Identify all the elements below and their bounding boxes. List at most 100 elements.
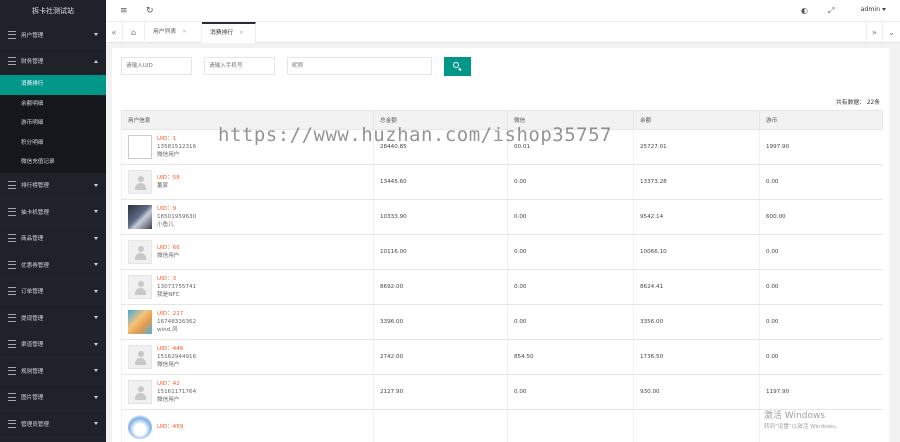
coin-cell: 1997.90 bbox=[759, 129, 883, 165]
coin-cell: 1197.90 bbox=[759, 374, 883, 410]
avatar bbox=[128, 135, 152, 159]
total-value: 22条 bbox=[866, 100, 880, 106]
sidebar-item-label: 财务管理 bbox=[21, 59, 44, 66]
submenu-item[interactable]: 消费排行 bbox=[0, 75, 106, 95]
sidebar-item-9[interactable]: 规则管理 bbox=[0, 358, 106, 385]
sidebar-item-label: 规则管理 bbox=[21, 368, 44, 375]
tab-user-list[interactable]: 用户列表 ✕ bbox=[145, 22, 202, 43]
user-nickname: wind.风 bbox=[157, 327, 178, 333]
user-nickname: 小鱼儿 bbox=[157, 222, 174, 228]
sidebar-item-5[interactable]: 优惠券管理 bbox=[0, 252, 106, 279]
menu-toggle-icon[interactable]: ≡ bbox=[120, 6, 128, 16]
tabs-next-icon[interactable]: » bbox=[866, 22, 883, 43]
user-info-cell: UID：66 微信用户 bbox=[121, 234, 374, 270]
close-icon[interactable]: ✕ bbox=[239, 30, 243, 36]
tab-consumption-ranking[interactable]: 消费排行 ✕ bbox=[202, 22, 256, 43]
submenu-item[interactable]: 微信充值记录 bbox=[0, 153, 106, 173]
sidebar-item-label: 用户管理 bbox=[21, 32, 44, 39]
list-icon bbox=[8, 181, 16, 190]
sidebar-item-label: 订单管理 bbox=[21, 289, 44, 296]
tabs-more-icon[interactable]: ⌄ bbox=[883, 22, 900, 43]
sidebar-item-label: 图片管理 bbox=[21, 395, 44, 402]
coin-cell: 0.00 bbox=[759, 164, 883, 200]
user-uid: UID：3 bbox=[157, 276, 177, 282]
balance-cell: 10066.10 bbox=[633, 234, 760, 270]
user-info-cell: UID：58 董家 bbox=[121, 164, 374, 200]
user-info-cell: UID：42 15161171764 微信用户 bbox=[121, 374, 374, 410]
user-nickname: 微信用户 bbox=[157, 253, 180, 259]
ranking-table: 用户信息 总金额 微信 余额 游币 UID：1 13581512316 微信用户 28… bbox=[121, 110, 883, 442]
nickname-input[interactable] bbox=[287, 57, 432, 75]
wechat-cell: 0.00 bbox=[507, 304, 634, 340]
close-icon[interactable]: ✕ bbox=[182, 29, 186, 35]
watermark-url: https://www.huzhan.com/ishop35757 bbox=[218, 124, 612, 146]
uid-input[interactable] bbox=[121, 57, 192, 75]
user-info-cell: UID：217 16748326362 wind.风 bbox=[121, 304, 374, 340]
user-phone: 13581512316 bbox=[157, 144, 197, 150]
total-cell: 2742.00 bbox=[373, 339, 508, 375]
refresh-icon[interactable]: ↻ bbox=[146, 6, 154, 16]
search-button[interactable] bbox=[444, 57, 471, 76]
user-nickname: 董家 bbox=[157, 183, 169, 189]
user-info-cell: UID：459 bbox=[121, 409, 374, 442]
user-uid: UID：217 bbox=[157, 311, 184, 317]
list-icon bbox=[8, 207, 16, 216]
table-row: UID：42 15161171764 微信用户 2127.90 0.00 930.00 11… bbox=[121, 374, 883, 410]
sidebar-item-7[interactable]: 提现管理 bbox=[0, 305, 106, 332]
sidebar-item-label: 排行榜管理 bbox=[21, 183, 49, 190]
sidebar-item-6[interactable]: 订单管理 bbox=[0, 279, 106, 305]
balance-cell: 930.00 bbox=[633, 374, 760, 410]
avatar bbox=[128, 275, 152, 299]
coin-cell: 600.00 bbox=[759, 199, 883, 235]
list-icon bbox=[8, 419, 16, 428]
list-icon bbox=[8, 287, 16, 296]
coin-cell: 0.00 bbox=[759, 339, 883, 375]
sidebar-item-3[interactable]: 抽卡机管理 bbox=[0, 199, 106, 226]
sidebar-item-8[interactable]: 渠道管理 bbox=[0, 332, 106, 358]
user-phone: 16748326362 bbox=[157, 319, 197, 325]
sidebar-item-11[interactable]: 管理员管理 bbox=[0, 411, 106, 438]
col-balance: 余额 bbox=[633, 110, 760, 130]
submenu: 消费排行 余额明细 游币明细 积分明细 微信充值记录 bbox=[0, 75, 106, 173]
coin-cell: 0.00 bbox=[759, 304, 883, 340]
sidebar-item-2[interactable]: 排行榜管理 bbox=[0, 173, 106, 199]
avatar bbox=[128, 415, 152, 439]
home-icon[interactable]: ⌂ bbox=[123, 22, 145, 43]
submenu-item[interactable]: 游币明细 bbox=[0, 114, 106, 134]
scrollbar[interactable] bbox=[894, 48, 900, 442]
site-logo: 拆卡社测试站 bbox=[32, 7, 74, 15]
phone-input[interactable] bbox=[204, 57, 275, 75]
fullscreen-icon[interactable]: ⤢ bbox=[828, 6, 834, 16]
avatar bbox=[128, 170, 152, 194]
sidebar-item-0[interactable]: 用户管理 bbox=[0, 22, 106, 49]
sidebar-item-label: 渠道管理 bbox=[21, 342, 44, 349]
user-info-cell: UID：9 18501959630 小鱼儿 bbox=[121, 199, 374, 235]
wechat-cell bbox=[507, 409, 634, 442]
list-icon bbox=[8, 57, 16, 66]
tabs-prev-icon[interactable]: « bbox=[106, 22, 123, 43]
avatar bbox=[128, 380, 152, 404]
chevron-down-icon bbox=[94, 316, 98, 320]
list-icon bbox=[8, 393, 16, 402]
theme-icon[interactable]: ◐ bbox=[801, 6, 808, 16]
chevron-down-icon bbox=[94, 263, 98, 267]
balance-cell: 13373.28 bbox=[633, 164, 760, 200]
avatar bbox=[128, 205, 152, 229]
chevron-down-icon bbox=[94, 210, 98, 214]
user-menu[interactable]: admin bbox=[861, 6, 886, 13]
total-cell: 2127.90 bbox=[373, 374, 508, 410]
sidebar: 拆卡社测试站 用户管理财务管理消费排行 余额明细 游币明细 积分明细 微信充值记录排行榜… bbox=[0, 0, 106, 442]
chevron-down-icon bbox=[94, 369, 98, 373]
submenu-item[interactable]: 积分明细 bbox=[0, 134, 106, 154]
submenu-item[interactable]: 余额明细 bbox=[0, 95, 106, 115]
balance-cell: 25727.01 bbox=[633, 129, 760, 165]
total-count: 共有数据： 22条 bbox=[836, 97, 880, 106]
sidebar-item-1[interactable]: 财务管理 bbox=[0, 49, 106, 75]
sidebar-item-4[interactable]: 商品管理 bbox=[0, 226, 106, 252]
search-icon bbox=[453, 62, 459, 68]
table-row: UID：446 15162944916 微信用户 2742.00 854.50 1736.… bbox=[121, 339, 883, 375]
chevron-down-icon bbox=[94, 395, 98, 399]
tab-bar: « ⌂ 用户列表 ✕ 消费排行 ✕ » ⌄ bbox=[106, 22, 900, 43]
sidebar-item-10[interactable]: 图片管理 bbox=[0, 385, 106, 411]
sidebar-item-label: 商品管理 bbox=[21, 236, 44, 243]
